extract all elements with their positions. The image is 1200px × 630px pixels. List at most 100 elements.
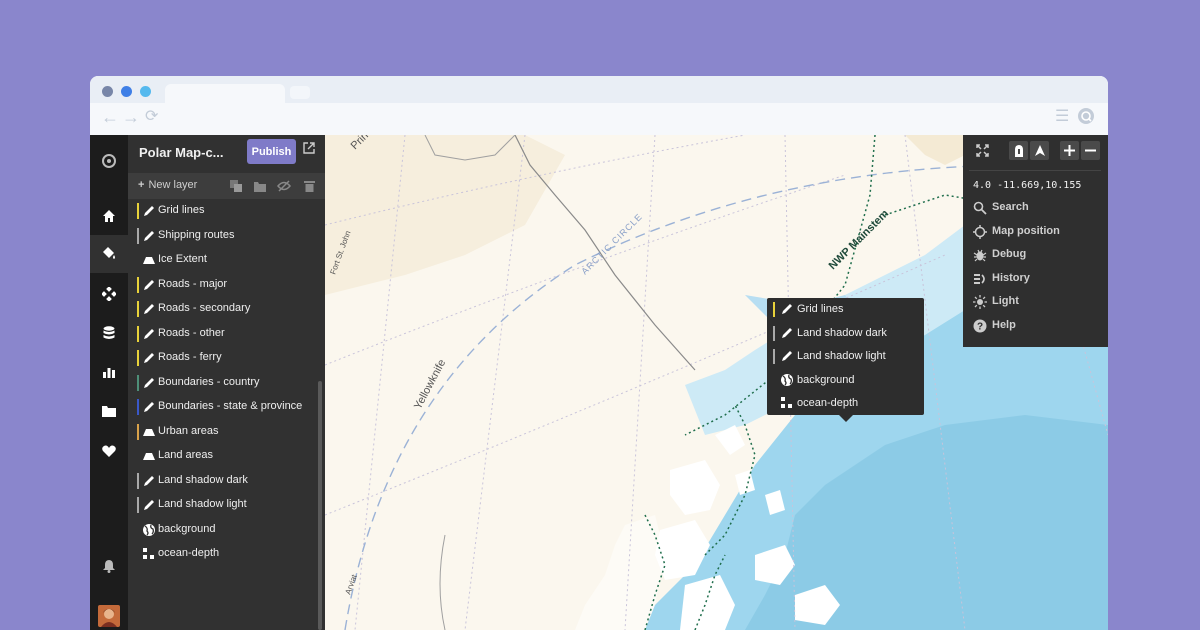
layer-item[interactable]: Shipping routes xyxy=(128,224,318,248)
layer-item[interactable]: Roads - ferry xyxy=(128,346,318,370)
layer-name: Land shadow dark xyxy=(158,473,248,486)
map-layer-popup: Grid lines Land shadow dark Land shadow … xyxy=(767,298,924,415)
light-control[interactable]: Light xyxy=(973,291,1103,313)
layer-list-scrollbar[interactable] xyxy=(318,381,322,630)
browser-window: ← → ⟳ ☰ Polar Map-c... Publish + New lay… xyxy=(90,76,1108,630)
line-icon xyxy=(142,278,156,292)
project-title[interactable]: Polar Map-c... xyxy=(139,145,224,160)
window-close-dot[interactable] xyxy=(102,86,113,97)
layer-name: Land shadow light xyxy=(158,498,247,510)
raster-icon xyxy=(142,547,156,561)
layer-item[interactable]: Land shadow light xyxy=(128,493,318,517)
control-divider xyxy=(969,170,1101,171)
heart-icon[interactable] xyxy=(90,432,128,470)
map-control-panel: 4.0 -11.669,10.155 Search Map position D… xyxy=(963,135,1108,347)
history-label: History xyxy=(992,271,1030,284)
logo-icon[interactable] xyxy=(90,142,128,180)
forward-arrow-icon[interactable]: → xyxy=(122,107,140,127)
layer-color-bar xyxy=(137,423,139,440)
help-control[interactable]: ? Help xyxy=(973,315,1103,337)
layer-color-bar xyxy=(137,301,139,317)
line-icon xyxy=(142,229,156,243)
layer-name: Roads - secondary xyxy=(158,302,251,314)
history-control[interactable]: History xyxy=(973,268,1103,290)
layer-item[interactable]: Urban areas xyxy=(128,420,318,444)
bell-icon[interactable] xyxy=(90,547,128,585)
inspect-icon[interactable] xyxy=(1009,141,1028,160)
stats-icon[interactable] xyxy=(90,353,128,391)
layer-name: Roads - major xyxy=(158,277,228,290)
popup-layer-item[interactable]: Land shadow dark xyxy=(767,322,924,345)
debug-control[interactable]: Debug xyxy=(973,244,1103,266)
style-icon[interactable] xyxy=(90,235,128,273)
layer-name: Urban areas xyxy=(158,424,219,437)
layer-color-bar xyxy=(137,325,139,342)
popup-layer-item[interactable]: Grid lines xyxy=(767,298,924,321)
home-icon[interactable] xyxy=(90,197,128,235)
layer-item[interactable]: Roads - secondary xyxy=(128,297,318,321)
zoom-in-button[interactable] xyxy=(1060,141,1079,160)
layer-toolbar: + New layer xyxy=(128,173,325,199)
layer-item[interactable]: Roads - other xyxy=(128,322,318,346)
layer-color-bar xyxy=(137,497,139,513)
layer-name: ocean-depth xyxy=(158,547,220,559)
external-link-icon[interactable] xyxy=(303,141,315,159)
layer-name: Ice Extent xyxy=(158,253,207,265)
popup-layer-name: Land shadow dark xyxy=(797,326,887,339)
hide-layer-icon[interactable] xyxy=(277,179,291,197)
layer-item[interactable]: Grid lines xyxy=(128,199,318,223)
layer-item[interactable]: ocean-depth xyxy=(128,542,318,566)
fill-icon xyxy=(142,449,156,463)
fill-icon xyxy=(142,425,156,439)
layer-name: Grid lines xyxy=(158,204,205,216)
layer-name: Boundaries - state & province xyxy=(158,400,303,412)
refresh-icon[interactable]: ⟳ xyxy=(145,107,158,127)
popup-pointer xyxy=(839,415,853,422)
line-icon xyxy=(780,302,794,316)
layer-color-bar xyxy=(773,302,775,317)
north-arrow-icon[interactable] xyxy=(1030,141,1049,160)
publish-button[interactable]: Publish xyxy=(247,139,296,164)
popup-layer-item[interactable]: background xyxy=(767,369,924,392)
layer-color-bar xyxy=(137,472,139,489)
zoom-out-button[interactable] xyxy=(1081,141,1100,160)
data-icon[interactable] xyxy=(90,314,128,352)
line-icon xyxy=(780,326,794,340)
help-label: Help xyxy=(992,318,1016,331)
icon-sidebar xyxy=(90,135,128,630)
folder-icon[interactable] xyxy=(90,392,128,430)
layer-item[interactable]: Land shadow dark xyxy=(128,469,318,493)
extension-icon[interactable] xyxy=(1077,107,1095,129)
layer-item[interactable]: Boundaries - country xyxy=(128,371,318,395)
trash-icon[interactable] xyxy=(304,179,315,197)
new-layer-button[interactable]: + New layer xyxy=(138,179,197,191)
layer-item[interactable]: Land areas xyxy=(128,444,318,468)
fullscreen-icon[interactable] xyxy=(973,141,992,160)
avatar[interactable] xyxy=(90,597,128,630)
components-icon[interactable] xyxy=(90,275,128,313)
line-icon xyxy=(142,204,156,218)
panel-header: Polar Map-c... Publish xyxy=(128,135,325,171)
zoom-coords-readout: 4.0 -11.669,10.155 xyxy=(973,180,1082,191)
search-control[interactable]: Search xyxy=(973,197,1103,219)
new-tab-button[interactable] xyxy=(290,86,310,99)
browser-tab-active[interactable] xyxy=(165,84,285,104)
group-folder-icon[interactable] xyxy=(254,179,266,197)
map-position-control[interactable]: Map position xyxy=(973,221,1103,243)
layer-item[interactable]: Boundaries - state & province xyxy=(128,395,318,419)
popup-layer-item[interactable]: ocean-depth xyxy=(767,392,924,415)
layer-item[interactable]: Roads - major xyxy=(128,273,318,297)
line-icon xyxy=(142,376,156,390)
layer-color-bar xyxy=(137,350,139,366)
menu-icon[interactable]: ☰ xyxy=(1055,107,1069,127)
light-label: Light xyxy=(992,295,1019,307)
layer-item[interactable]: Ice Extent xyxy=(128,248,318,272)
layer-name: Roads - other xyxy=(158,326,225,339)
duplicate-icon[interactable] xyxy=(230,179,242,197)
layer-item[interactable]: background xyxy=(128,518,318,542)
app-area: Polar Map-c... Publish + New layer Grid l… xyxy=(90,135,1108,630)
window-minimize-dot[interactable] xyxy=(121,86,132,97)
back-arrow-icon[interactable]: ← xyxy=(101,107,119,127)
popup-layer-item[interactable]: Land shadow light xyxy=(767,345,924,368)
window-maximize-dot[interactable] xyxy=(140,86,151,97)
